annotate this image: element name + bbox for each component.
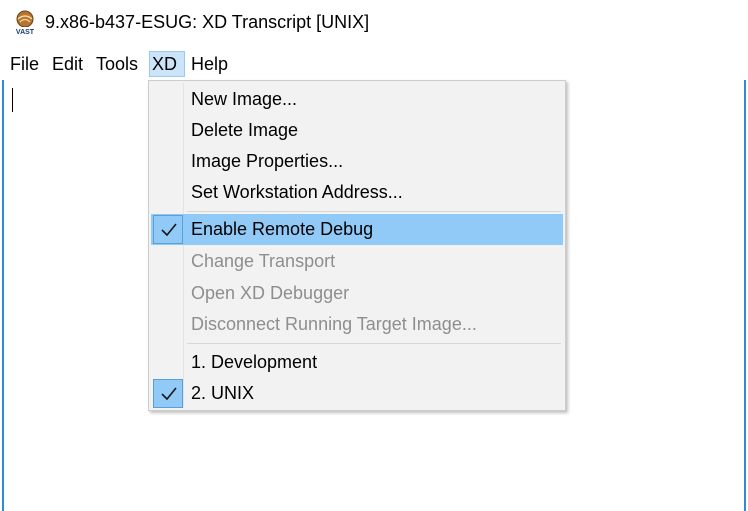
menu-item-image-properties[interactable]: Image Properties...	[151, 146, 563, 177]
checkmark-icon	[161, 387, 177, 401]
menu-file[interactable]: File	[8, 51, 41, 77]
menu-item-label: Open XD Debugger	[191, 283, 350, 303]
menu-item-new-image[interactable]: New Image...	[151, 84, 563, 115]
menu-item-development[interactable]: 1. Development	[151, 347, 563, 378]
menu-item-change-transport: Change Transport	[151, 246, 563, 277]
menu-item-label: Disconnect Running Target Image...	[191, 314, 477, 334]
title-bar: VAST 9.x86-b437-ESUG: XD Transcript [UNI…	[0, 0, 748, 48]
menu-item-set-workstation-address[interactable]: Set Workstation Address...	[151, 177, 563, 208]
menu-edit[interactable]: Edit	[50, 51, 85, 77]
menu-item-delete-image[interactable]: Delete Image	[151, 115, 563, 146]
menu-item-label: 2. UNIX	[191, 383, 255, 403]
text-caret	[12, 88, 13, 112]
checkmark-box	[153, 215, 183, 244]
menu-help[interactable]: Help	[189, 51, 230, 77]
menu-separator	[187, 343, 561, 344]
menu-item-open-xd-debugger: Open XD Debugger	[151, 278, 563, 309]
vast-logo-icon[interactable]: VAST	[12, 10, 38, 36]
checkmark-icon	[161, 223, 177, 237]
menu-item-label: Delete Image	[191, 120, 299, 140]
menu-separator	[187, 211, 561, 212]
window-title: 9.x86-b437-ESUG: XD Transcript [UNIX]	[45, 12, 370, 32]
menu-item-unix[interactable]: 2. UNIX	[151, 378, 563, 409]
xd-dropdown-menu: New Image... Delete Image Image Properti…	[148, 80, 566, 411]
menu-item-label: Enable Remote Debug	[191, 219, 374, 239]
menu-item-disconnect-running-target-image: Disconnect Running Target Image...	[151, 309, 563, 340]
menu-xd[interactable]: XD	[149, 51, 185, 77]
menu-item-label: New Image...	[191, 89, 298, 109]
menu-item-label: 1. Development	[191, 352, 318, 372]
menu-item-label: Image Properties...	[191, 151, 344, 171]
menu-item-label: Set Workstation Address...	[191, 182, 403, 202]
checkmark-box	[153, 379, 183, 408]
menu-item-label: Change Transport	[191, 251, 336, 271]
menu-tools[interactable]: Tools	[94, 51, 140, 77]
vast-logo-text: VAST	[16, 29, 35, 36]
menu-item-enable-remote-debug[interactable]: Enable Remote Debug	[151, 214, 563, 245]
menu-bar: File Edit Tools XD Help	[0, 48, 748, 80]
